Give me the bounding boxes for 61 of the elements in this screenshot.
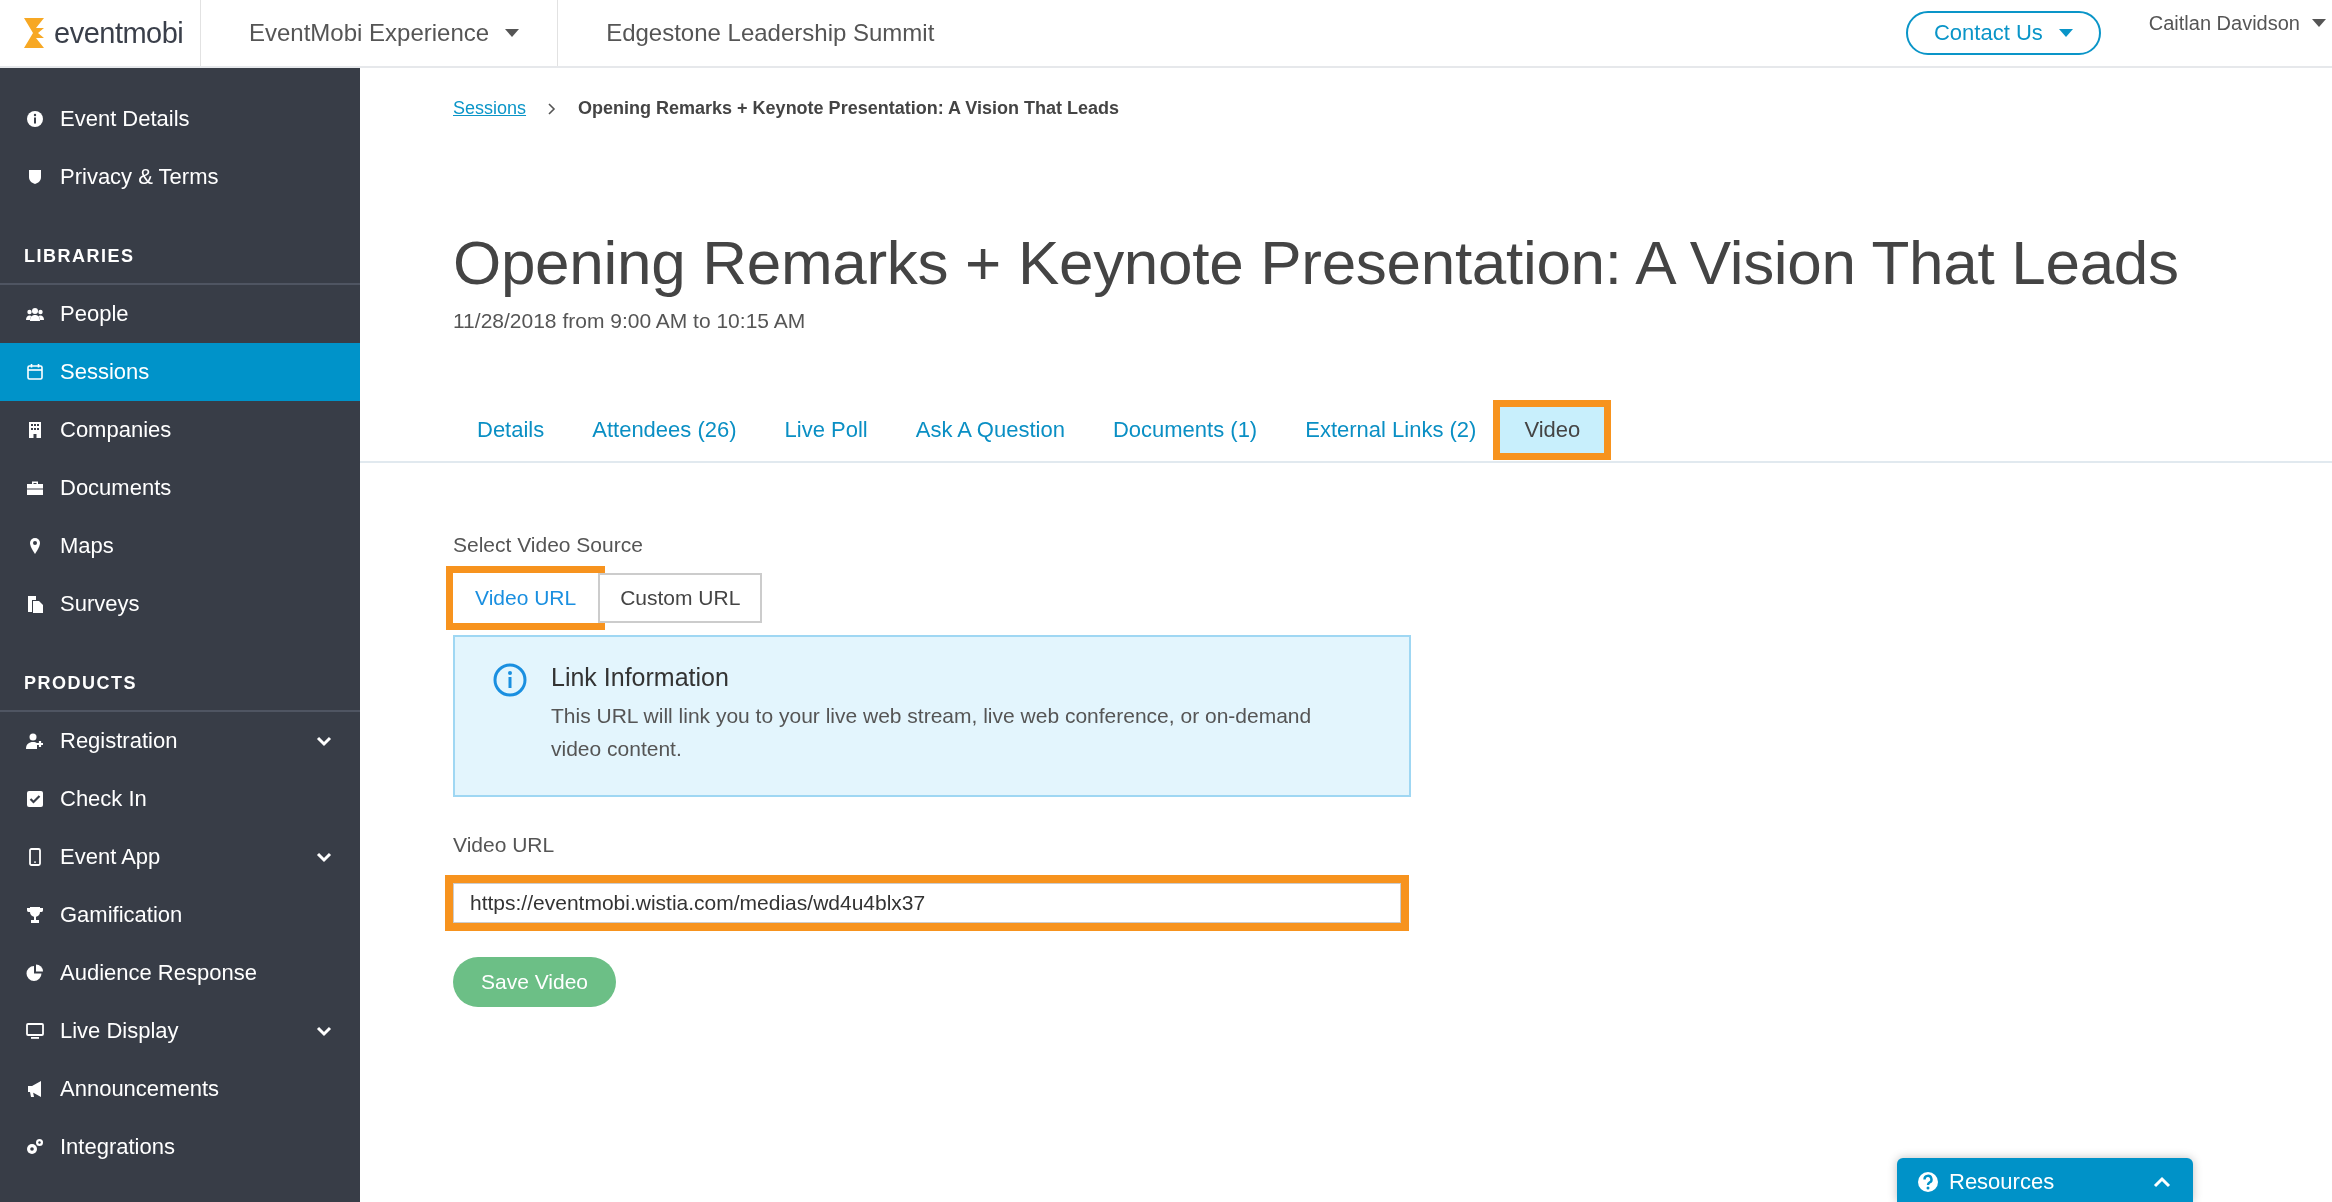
sidebar-item[interactable]: Surveys <box>0 575 360 633</box>
sidebar-item[interactable]: Event Details <box>0 90 360 148</box>
section-heading: LIBRARIES <box>0 246 360 285</box>
help-icon <box>1917 1171 1939 1193</box>
menu-icon <box>26 732 44 750</box>
caret-icon <box>2058 28 2073 38</box>
menu-icon <box>26 110 44 128</box>
page-title: Opening Remarks + Keynote Presentation: A Vision That Leads <box>453 229 2180 298</box>
breadcrumb-link[interactable]: Sessions <box>453 98 527 119</box>
breadcrumb-current: Opening Remarks + Keynote Presentation: A Vision That Leads <box>578 98 1119 119</box>
sidebar-item[interactable]: Gamification <box>0 886 360 944</box>
menu-icon <box>26 1138 44 1156</box>
field-label: Select Video Source <box>453 533 644 558</box>
logo-text: eventmobi <box>54 16 184 50</box>
sidebar-item[interactable]: Maps <box>0 517 360 575</box>
user-menu[interactable]: Caitlan Davidson <box>2148 12 2300 35</box>
menu-icon <box>26 1022 44 1040</box>
menu-icon <box>26 168 44 186</box>
source-toggle[interactable]: Custom URL <box>598 573 763 624</box>
sidebar-item[interactable]: Registration <box>0 712 360 770</box>
menu-icon <box>26 790 44 808</box>
sidebar-item[interactable]: Privacy & Terms <box>0 148 360 206</box>
sidebar-item[interactable]: Announcements <box>0 1060 360 1118</box>
tab[interactable]: Live Poll <box>760 407 892 454</box>
tab[interactable]: Ask A Question <box>891 407 1089 454</box>
breadcrumb-label: Edgestone Leadership Summit <box>606 19 935 47</box>
chevron-icon <box>548 102 557 115</box>
menu-icon <box>26 421 44 439</box>
sidebar-item[interactable]: Audience Response <box>0 944 360 1002</box>
sidebar-item[interactable]: Integrations <box>0 1118 360 1176</box>
caret-icon <box>2312 19 2326 28</box>
sidebar-item[interactable]: Check In <box>0 770 360 828</box>
sidebar-item[interactable]: People <box>0 285 360 343</box>
sidebar-item[interactable]: Documents <box>0 459 360 517</box>
tab[interactable]: Attendees (26) <box>568 407 761 454</box>
chevron-icon <box>2153 1176 2171 1188</box>
menu-icon <box>26 964 44 982</box>
sidebar-item[interactable]: Live Display <box>0 1002 360 1060</box>
info-title: Link Information <box>551 663 730 693</box>
info-icon <box>493 663 527 698</box>
tab[interactable]: Details <box>453 407 569 454</box>
section-heading: PRODUCTS <box>0 673 360 712</box>
session-date: 11/28/2018 from 9:00 AM to 10:15 AM <box>453 309 807 334</box>
breadcrumb-menu[interactable]: EventMobi Experience <box>200 0 558 66</box>
menu-icon <box>26 1080 44 1098</box>
tab[interactable]: External Links (2) <box>1281 407 1501 454</box>
caret-icon <box>505 28 520 38</box>
breadcrumb-label: EventMobi Experience <box>249 19 490 47</box>
tab[interactable]: Documents (1) <box>1088 407 1282 454</box>
field-label: Video URL <box>453 833 556 858</box>
menu-icon <box>26 906 44 924</box>
sidebar-item[interactable]: Event App <box>0 828 360 886</box>
menu-icon <box>26 848 44 866</box>
sidebar-item[interactable]: Companies <box>0 401 360 459</box>
menu-icon <box>26 305 44 323</box>
breadcrumb-menu[interactable]: Edgestone Leadership Summit <box>557 0 973 66</box>
resources-button[interactable]: Resources <box>1897 1158 2193 1202</box>
menu-icon <box>26 479 44 497</box>
info-text: This URL will link you to your live web stream, live web conference, or on-demand video content. <box>551 703 1313 762</box>
menu-icon <box>26 595 44 613</box>
menu-icon <box>26 363 44 381</box>
